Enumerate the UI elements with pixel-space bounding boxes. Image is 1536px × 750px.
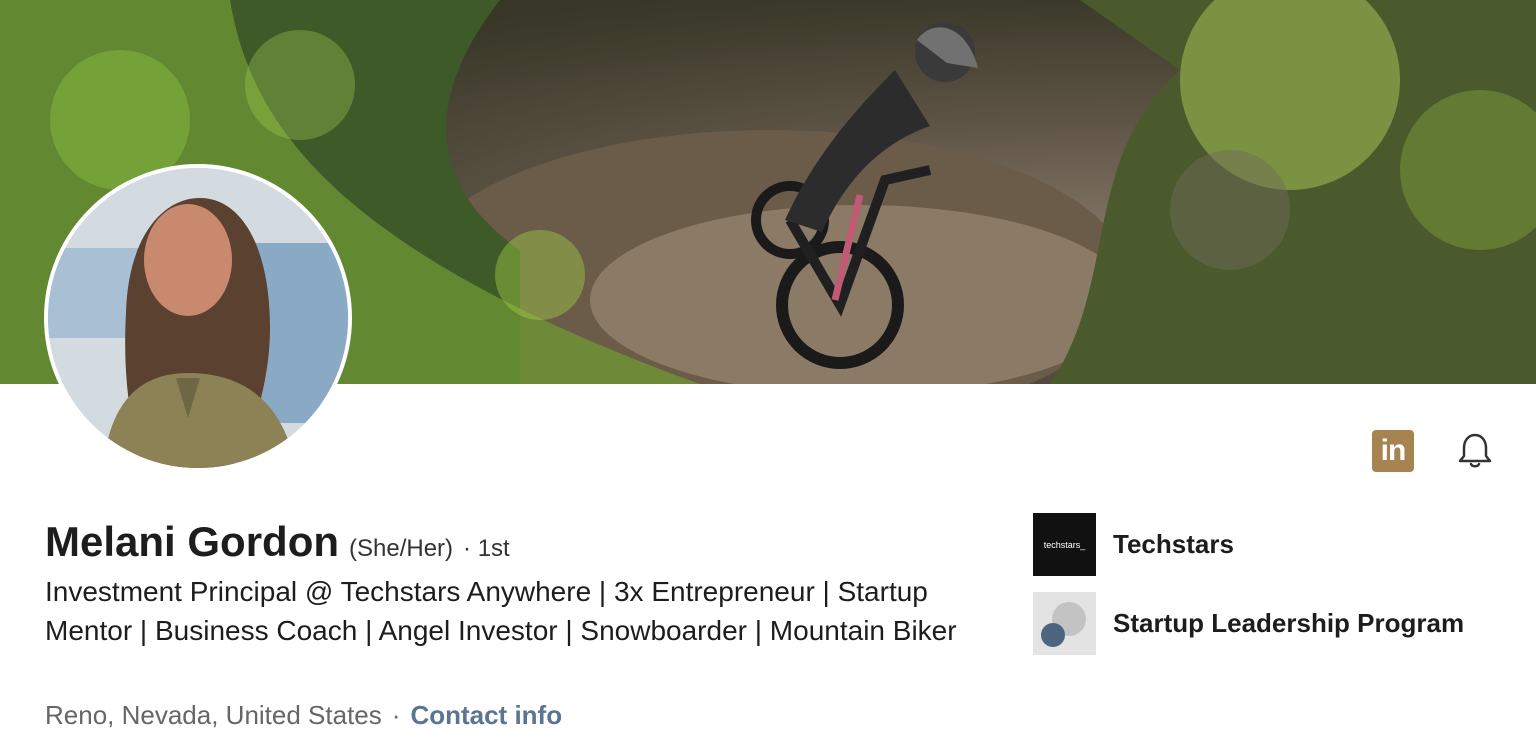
profile-name-row: Melani Gordon (She/Her) · 1st — [45, 518, 510, 566]
profile-name: Melani Gordon — [45, 518, 339, 565]
linkedin-icon[interactable]: in — [1372, 430, 1414, 472]
contact-info-link[interactable]: Contact info — [410, 700, 562, 731]
profile-organizations: techstars_ Techstars Startup Leadership … — [1033, 513, 1464, 671]
connection-degree: · 1st — [463, 535, 510, 562]
organization-item[interactable]: Startup Leadership Program — [1033, 592, 1464, 655]
profile-location-row: Reno, Nevada, United States · Contact in… — [45, 700, 562, 731]
organization-name: Techstars — [1113, 529, 1234, 559]
slp-logo — [1033, 592, 1096, 655]
techstars-logo: techstars_ — [1033, 513, 1096, 576]
organization-name: Startup Leadership Program — [1113, 608, 1465, 638]
profile-person-image — [48, 168, 348, 468]
profile-photo[interactable] — [44, 164, 352, 472]
profile-location: Reno, Nevada, United States — [45, 700, 382, 730]
profile-headline: Investment Principal @ Techstars Anywher… — [45, 576, 957, 646]
organization-item[interactable]: techstars_ Techstars — [1033, 513, 1464, 576]
profile-action-icons: in — [1372, 430, 1496, 472]
bell-icon[interactable] — [1454, 430, 1496, 472]
profile-pronouns: (She/Her) — [349, 535, 454, 562]
techstars-logo-text: techstars_ — [1043, 539, 1086, 550]
location-separator: · — [391, 700, 401, 730]
